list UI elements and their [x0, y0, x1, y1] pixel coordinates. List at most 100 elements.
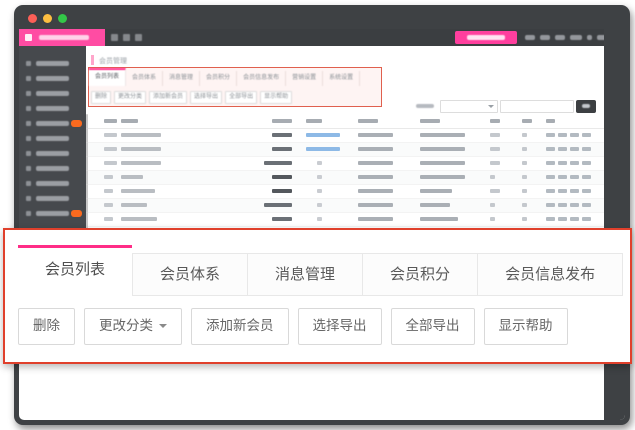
- row-action-link[interactable]: [558, 189, 567, 193]
- appbar-menu-item[interactable]: [525, 35, 535, 40]
- sidebar-item[interactable]: [19, 146, 86, 161]
- row-action-link[interactable]: [582, 189, 591, 193]
- sidebar: [19, 46, 86, 230]
- maximize-window-button[interactable]: [58, 14, 67, 23]
- callout-button-row: 删除 更改分类 添加新会员 选择导出 全部导出 显示帮助: [18, 308, 568, 345]
- row-action-link[interactable]: [546, 203, 555, 207]
- tab-member-system[interactable]: 会员体系: [132, 253, 248, 296]
- appbar-menu-item[interactable]: [540, 35, 550, 40]
- mini-button-row: 删除 更改分类 添加新会员 选择导出 全部导出 显示帮助: [91, 91, 292, 104]
- row-action-link[interactable]: [546, 147, 555, 151]
- appbar-primary-button[interactable]: [455, 31, 517, 44]
- appbar-menu-item[interactable]: [555, 35, 565, 40]
- show-help-button[interactable]: 显示帮助: [484, 308, 568, 345]
- row-action-link[interactable]: [546, 175, 555, 179]
- row-action-link[interactable]: [582, 161, 591, 165]
- sidebar-item[interactable]: [19, 56, 86, 71]
- row-action-link[interactable]: [582, 217, 591, 221]
- row-action-link[interactable]: [570, 175, 579, 179]
- mini-tab-message-mgmt[interactable]: 消息管理: [163, 71, 200, 86]
- row-action-link[interactable]: [582, 175, 591, 179]
- sidebar-item[interactable]: [19, 71, 86, 86]
- sidebar-item-active[interactable]: [19, 116, 86, 131]
- change-category-button[interactable]: 更改分类: [84, 308, 182, 345]
- menu-icon[interactable]: [123, 34, 130, 41]
- app-logo-text-blur: [39, 35, 89, 40]
- referrer-link[interactable]: [306, 147, 340, 151]
- table-row[interactable]: [86, 157, 604, 171]
- appbar-menu-item[interactable]: [597, 35, 604, 40]
- appbar-menu-item[interactable]: [570, 35, 582, 40]
- table-row[interactable]: [86, 199, 604, 213]
- mini-tab-member-list[interactable]: 会员列表: [89, 68, 126, 86]
- search-label-blur: [416, 104, 434, 108]
- table-row[interactable]: [86, 213, 604, 227]
- close-window-button[interactable]: [28, 14, 37, 23]
- sidebar-item[interactable]: [19, 101, 86, 116]
- row-action-link[interactable]: [546, 161, 555, 165]
- sidebar-item-icon: [26, 136, 31, 141]
- sidebar-item[interactable]: [19, 206, 86, 221]
- appbar-menu-item[interactable]: [587, 35, 592, 40]
- mini-tab-marketing-settings[interactable]: 营销设置: [286, 71, 323, 86]
- sidebar-item[interactable]: [19, 191, 86, 206]
- mini-tab-system-settings[interactable]: 系统设置: [323, 71, 360, 86]
- row-action-link[interactable]: [558, 147, 567, 151]
- mini-export-all-button[interactable]: 全部导出: [225, 91, 257, 104]
- row-action-link[interactable]: [546, 189, 555, 193]
- referrer-link[interactable]: [306, 133, 340, 137]
- delete-button[interactable]: 删除: [18, 308, 75, 345]
- row-action-link[interactable]: [546, 133, 555, 137]
- mini-change-category-button[interactable]: 更改分类: [114, 91, 146, 104]
- callout-tab-strip: 会员列表 会员体系 消息管理 会员积分 会员信息发布: [18, 245, 623, 296]
- search-input[interactable]: [500, 100, 574, 113]
- row-action-link[interactable]: [570, 161, 579, 165]
- row-action-link[interactable]: [582, 203, 591, 207]
- tab-member-points[interactable]: 会员积分: [363, 253, 478, 296]
- mini-delete-button[interactable]: 删除: [91, 91, 111, 104]
- search-filter-select[interactable]: [440, 100, 498, 113]
- sidebar-item[interactable]: [19, 131, 86, 146]
- row-action-link[interactable]: [558, 217, 567, 221]
- row-action-link[interactable]: [570, 133, 579, 137]
- sidebar-item[interactable]: [19, 161, 86, 176]
- row-action-link[interactable]: [546, 217, 555, 221]
- sidebar-item-icon: [26, 166, 31, 171]
- mini-export-selected-button[interactable]: 选择导出: [190, 91, 222, 104]
- minimize-window-button[interactable]: [43, 14, 52, 23]
- tab-member-info-publish[interactable]: 会员信息发布: [478, 253, 623, 296]
- tab-message-mgmt[interactable]: 消息管理: [248, 253, 363, 296]
- search-icon: [582, 104, 590, 108]
- tab-member-list[interactable]: 会员列表: [18, 245, 132, 296]
- row-action-link[interactable]: [558, 161, 567, 165]
- search-button[interactable]: [576, 100, 596, 113]
- row-action-link[interactable]: [558, 133, 567, 137]
- table-row[interactable]: [86, 171, 604, 185]
- window-titlebar: [14, 5, 630, 29]
- mini-tab-member-info-publish[interactable]: 会员信息发布: [237, 71, 286, 86]
- row-action-link[interactable]: [582, 133, 591, 137]
- caret-down-icon: [159, 324, 167, 332]
- sidebar-item-icon: [26, 76, 31, 81]
- table-row[interactable]: [86, 143, 604, 157]
- row-action-link[interactable]: [570, 147, 579, 151]
- apps-icon[interactable]: [135, 34, 142, 41]
- add-member-button[interactable]: 添加新会员: [191, 308, 289, 345]
- mini-tab-member-system[interactable]: 会员体系: [126, 71, 163, 86]
- row-action-link[interactable]: [570, 189, 579, 193]
- export-selected-button[interactable]: 选择导出: [298, 308, 382, 345]
- row-action-link[interactable]: [558, 203, 567, 207]
- mini-add-member-button[interactable]: 添加新会员: [149, 91, 187, 104]
- home-icon[interactable]: [111, 34, 118, 41]
- row-action-link[interactable]: [582, 147, 591, 151]
- export-all-button[interactable]: 全部导出: [391, 308, 475, 345]
- sidebar-item[interactable]: [19, 86, 86, 101]
- row-action-link[interactable]: [558, 175, 567, 179]
- mini-tab-member-points[interactable]: 会员积分: [200, 71, 237, 86]
- sidebar-item[interactable]: [19, 176, 86, 191]
- row-action-link[interactable]: [570, 217, 579, 221]
- table-row[interactable]: [86, 185, 604, 199]
- table-row[interactable]: [86, 129, 604, 143]
- row-action-link[interactable]: [570, 203, 579, 207]
- mini-show-help-button[interactable]: 显示帮助: [260, 91, 292, 104]
